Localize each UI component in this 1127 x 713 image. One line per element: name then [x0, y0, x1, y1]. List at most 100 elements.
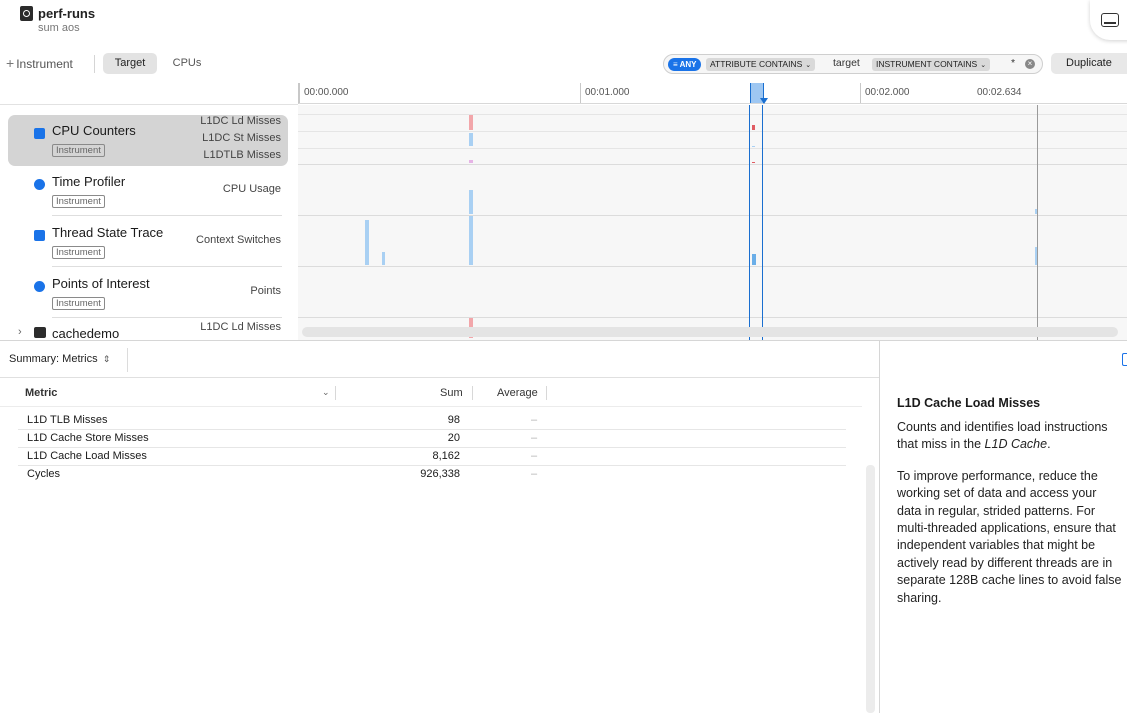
track-points-of-interest[interactable]: Points of Interest Instrument Points — [8, 268, 288, 319]
filter-any-chip[interactable]: ≡ ANY — [668, 58, 702, 71]
playhead-arrow-icon — [760, 98, 768, 104]
cell-metric: L1D Cache Store Misses — [27, 432, 149, 444]
time-profiler-icon — [34, 179, 45, 190]
table-row[interactable]: L1D Cache Load Misses 8,162 – — [18, 448, 846, 466]
header-bottom-border — [0, 406, 862, 407]
ruler-tick: 00:02.000 — [860, 83, 910, 103]
metrics-table-body: L1D TLB Misses 98 – L1D Cache Store Miss… — [18, 412, 846, 484]
cell-sum: 8,162 — [432, 450, 460, 462]
cell-metric: Cycles — [27, 468, 61, 480]
table-row[interactable]: Cycles 926,338 – — [18, 466, 846, 484]
window-subtitle: sum aos — [38, 22, 80, 34]
column-header-metric[interactable]: Metric — [25, 387, 57, 399]
track-metric: Points — [250, 285, 281, 297]
sort-chevron-icon[interactable]: ⌄ — [322, 387, 330, 398]
cell-metric: L1D Cache Load Misses — [27, 450, 147, 462]
cell-average: – — [531, 450, 538, 462]
track-metric: L1DC Ld Misses — [200, 115, 281, 127]
inspector-toggle-icon[interactable] — [1122, 353, 1127, 366]
duplicate-button[interactable]: Duplicate — [1051, 53, 1127, 74]
table-row[interactable]: L1D TLB Misses 98 – — [18, 412, 846, 430]
track-divider — [52, 215, 282, 216]
cell-metric: L1D TLB Misses — [27, 414, 108, 426]
cell-average: – — [531, 468, 538, 480]
column-divider[interactable] — [335, 386, 336, 400]
filter-value-target[interactable]: target — [833, 57, 860, 69]
track-name: cachedemo — [52, 326, 120, 341]
track-divider — [52, 266, 282, 267]
window-title: perf-runs — [38, 6, 96, 21]
context-switch-mark — [469, 216, 473, 265]
summary-header: Summary: Metrics ⇕ — [0, 341, 879, 378]
table-row[interactable]: L1D Cache Store Misses 20 – — [18, 430, 846, 448]
points-of-interest-icon — [34, 281, 45, 292]
cpu-counters-icon — [34, 128, 45, 139]
header-divider — [127, 348, 128, 372]
ruler-tick-end: 00:02.634 — [977, 87, 1022, 98]
add-instrument-button[interactable]: + Instrument — [6, 55, 73, 71]
ruler-tick: 00:01.000 — [580, 83, 630, 103]
instrument-contains-chip[interactable]: INSTRUMENT CONTAINS ⌄ — [872, 58, 991, 71]
instrument-badge: Instrument — [52, 195, 105, 208]
tab-target[interactable]: Target — [103, 53, 157, 74]
track-name: Time Profiler — [52, 174, 126, 189]
cell-sum: 98 — [447, 414, 460, 426]
lane-divider — [298, 148, 1127, 149]
cell-average: – — [531, 432, 538, 444]
clear-filter-icon[interactable]: × — [1025, 59, 1035, 69]
document-icon — [20, 6, 33, 21]
inspector-description: Counts and identifies load instructions … — [897, 419, 1123, 621]
inspector-title: L1D Cache Load Misses — [897, 396, 1041, 410]
column-divider[interactable] — [546, 386, 547, 400]
instrument-badge: Instrument — [52, 144, 105, 157]
track-metric: CPU Usage — [222, 183, 281, 195]
chevron-down-icon: ⌄ — [805, 62, 812, 69]
track-cachedemo[interactable]: cachedemo L1DC Ld Misses — [8, 319, 288, 341]
inspector-paragraph: To improve performance, reduce the worki… — [897, 468, 1122, 605]
track-divider — [298, 317, 1127, 318]
add-instrument-label: Instrument — [16, 57, 73, 71]
cpu-usage-mark — [469, 190, 473, 214]
selection-range[interactable] — [749, 105, 763, 340]
track-graphs[interactable] — [298, 105, 1127, 340]
lane-divider — [298, 131, 1127, 132]
filter-icon: ≡ — [673, 60, 680, 69]
track-metric: L1DC St Misses — [202, 132, 281, 144]
summary-selector[interactable]: Summary: Metrics ⇕ — [9, 353, 110, 365]
track-metric: Context Switches — [196, 234, 281, 246]
attribute-contains-chip[interactable]: ATTRIBUTE CONTAINS ⌄ — [706, 58, 816, 71]
track-time-profiler[interactable]: Time Profiler Instrument CPU Usage — [8, 166, 288, 217]
track-divider — [298, 215, 1127, 216]
context-switch-mark — [382, 252, 385, 265]
counter-mark — [469, 115, 473, 130]
toolbar: + Instrument Target CPUs ≡ ANY ATTRIBUTE … — [0, 50, 1127, 78]
vertical-scrollbar[interactable] — [866, 465, 875, 713]
track-divider — [298, 164, 1127, 165]
track-divider — [298, 266, 1127, 267]
counter-mark — [469, 133, 473, 146]
column-divider[interactable] — [472, 386, 473, 400]
toolbar-divider — [94, 55, 95, 73]
title-bar: perf-runs sum aos — [0, 0, 1127, 44]
column-header-average[interactable]: Average — [497, 387, 538, 399]
cell-sum: 926,338 — [420, 468, 460, 480]
metrics-table-header: Metric ⌄ Sum Average — [0, 379, 862, 406]
horizontal-scrollbar[interactable] — [302, 327, 1118, 337]
plus-icon: + — [6, 55, 15, 71]
filter-value-wildcard[interactable]: * — [1011, 57, 1015, 69]
timeline-ruler[interactable]: 00:00.000 00:01.000 00:02.000 00:02.634 — [298, 83, 1127, 104]
panel-toggle-button[interactable] — [1090, 0, 1127, 40]
track-name: Thread State Trace — [52, 225, 164, 240]
tab-cpus[interactable]: CPUs — [166, 53, 208, 74]
track-cpu-counters[interactable]: CPU Counters Instrument L1DC Ld Misses L… — [8, 115, 288, 166]
context-switch-mark — [365, 220, 369, 265]
track-metric: L1DC Ld Misses — [200, 321, 281, 333]
chevron-down-icon: ⌄ — [980, 62, 987, 69]
lane-divider — [298, 114, 1127, 115]
track-name: CPU Counters — [52, 123, 136, 138]
up-down-chevron-icon: ⇕ — [102, 354, 111, 364]
instrument-badge: Instrument — [52, 297, 105, 310]
column-header-sum[interactable]: Sum — [440, 387, 463, 399]
track-thread-state-trace[interactable]: Thread State Trace Instrument Context Sw… — [8, 217, 288, 268]
filter-bar[interactable]: ≡ ANY ATTRIBUTE CONTAINS ⌄ target INSTRUM… — [663, 54, 1043, 74]
